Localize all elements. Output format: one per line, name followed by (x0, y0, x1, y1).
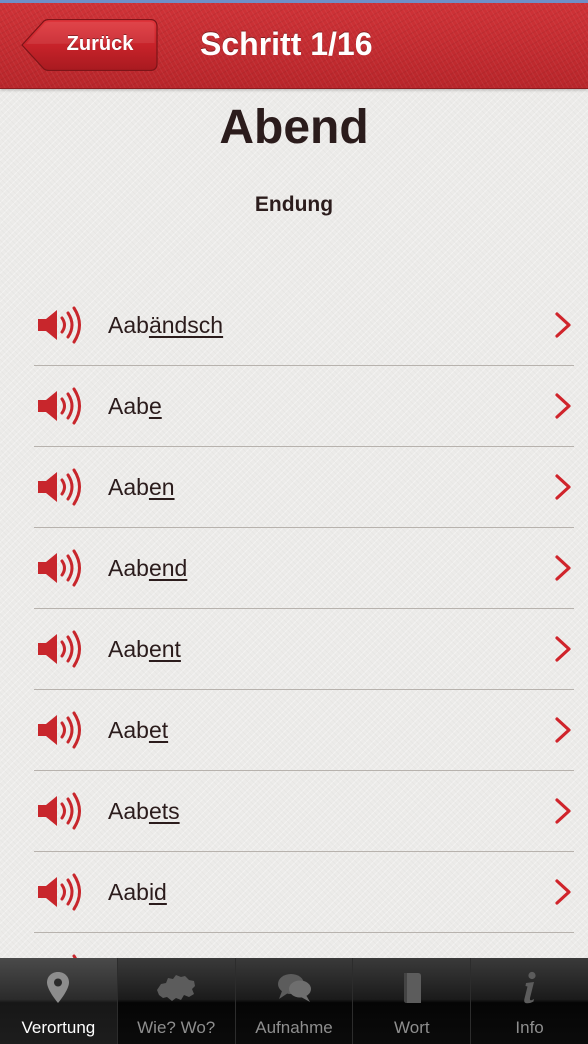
tab-bar: Verortung Wie? Wo? Aufnahme Wort Info (0, 958, 588, 1044)
tab-wie-wo[interactable]: Wie? Wo? (116, 958, 235, 1044)
page-title: Abend (219, 101, 369, 154)
navigation-bar: Zurück Schritt 1/16 (0, 0, 588, 89)
list-item[interactable]: Aaben (34, 447, 574, 528)
list-item[interactable]: Aabid (34, 852, 574, 933)
word-label: Aabent (108, 609, 181, 689)
chevron-right-icon (555, 717, 571, 743)
word-ending: id (148, 879, 167, 905)
speaker-icon[interactable] (36, 791, 84, 831)
list-item[interactable]: Aabändsch (34, 285, 574, 366)
chevron-right-icon (555, 879, 571, 905)
chevron-right-icon (555, 555, 571, 581)
list-item[interactable]: Aabent (34, 609, 574, 690)
tab-aufnahme[interactable]: Aufnahme (234, 958, 353, 1044)
page-subtitle: Endung (254, 193, 334, 216)
word-stem: Aab (108, 555, 149, 581)
status-edge-line (0, 0, 588, 3)
word-stem: Aab (108, 474, 149, 500)
word-label: Aabändsch (108, 285, 223, 365)
word-stem: Aab (108, 798, 149, 824)
word-label: Aabet (108, 690, 168, 770)
speaker-icon[interactable] (36, 710, 84, 750)
speaker-icon[interactable] (36, 467, 84, 507)
tab-label: Wie? Wo? (137, 1018, 216, 1037)
word-label: Aabe (108, 366, 162, 446)
word-stem: Aab (108, 717, 149, 743)
tab-label: Wort (394, 1018, 430, 1037)
list-item[interactable]: Aabet (34, 690, 574, 771)
chevron-right-icon (555, 636, 571, 662)
speaker-icon[interactable] (36, 305, 84, 345)
word-stem: Aab (108, 879, 149, 905)
tab-wort[interactable]: Wort (352, 958, 470, 1044)
tab-label: Info (515, 1018, 544, 1037)
book-icon (403, 973, 421, 1003)
word-ending: en (148, 474, 175, 500)
list-item[interactable]: Aabets (34, 771, 574, 852)
word-stem: Aab (108, 312, 149, 338)
list-item[interactable]: Aabend (34, 528, 574, 609)
chevron-right-icon (555, 474, 571, 500)
speaker-icon[interactable] (36, 548, 84, 588)
word-ending: et (148, 717, 169, 743)
switzerland-map-icon (157, 975, 196, 1001)
word-stem: Aab (108, 636, 149, 662)
tab-label: Aufnahme (255, 1018, 333, 1037)
location-pin-icon (47, 972, 70, 1003)
word-label: Aaben (108, 447, 175, 527)
word-ending: ändsch (148, 312, 224, 338)
word-ending: end (148, 555, 188, 581)
word-stem: Aab (108, 393, 149, 419)
back-button-label: Zurück (66, 33, 134, 55)
tab-info[interactable]: Info (470, 958, 588, 1044)
tab-label: Verortung (21, 1018, 96, 1037)
word-label: Aabid (108, 852, 167, 932)
word-ending: ent (148, 636, 181, 662)
back-button[interactable]: Zurück (20, 19, 158, 71)
chevron-right-icon (555, 798, 571, 824)
list-item[interactable] (34, 933, 574, 958)
word-ending: ets (148, 798, 180, 824)
word-list: Aabändsch Aabe Aaben Aabend Aabent Aabet… (0, 285, 588, 958)
speaker-icon[interactable] (36, 872, 84, 912)
speech-bubbles-icon (277, 974, 311, 1002)
speaker-icon[interactable] (36, 629, 84, 669)
nav-title: Schritt 1/16 (200, 26, 373, 62)
chevron-right-icon (555, 312, 571, 338)
word-label: Aabets (108, 771, 180, 851)
word-ending: e (148, 393, 162, 419)
info-icon (523, 971, 536, 1004)
chevron-right-icon (555, 393, 571, 419)
word-label: Aabend (108, 528, 187, 608)
list-item[interactable]: Aabe (34, 366, 574, 447)
speaker-icon[interactable] (36, 386, 84, 426)
tab-verortung[interactable]: Verortung (0, 958, 117, 1044)
